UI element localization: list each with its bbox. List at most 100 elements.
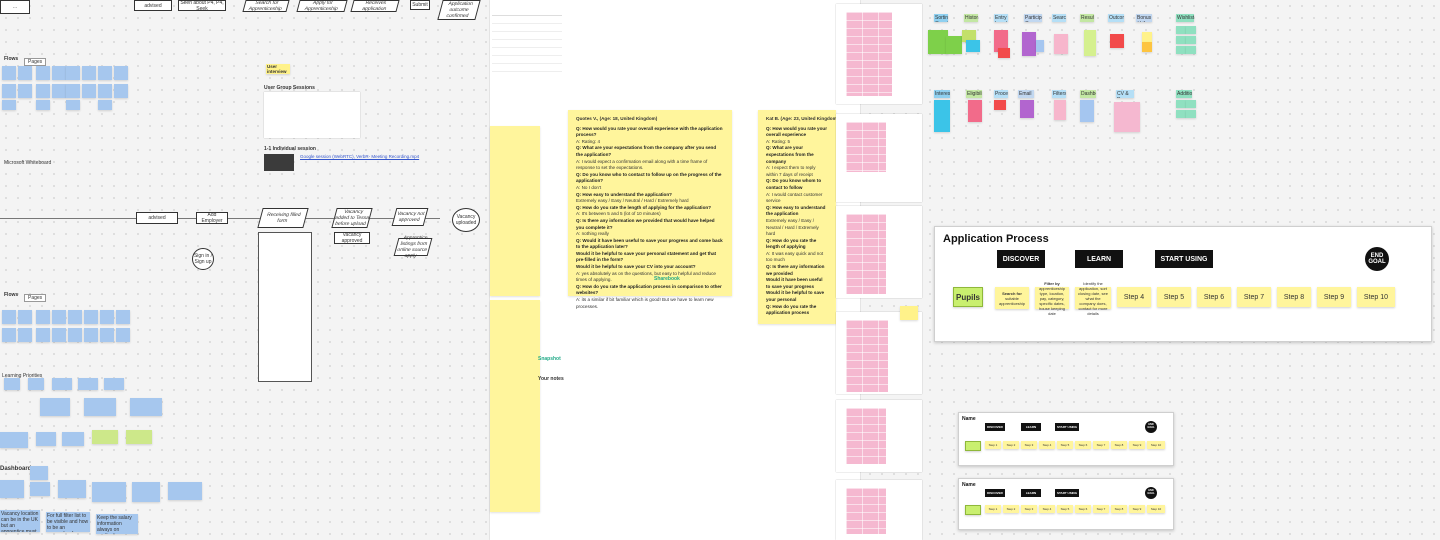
pink-sheet-frame[interactable] — [836, 400, 922, 472]
flow-node[interactable]: Add Employer — [196, 212, 228, 224]
sticky-note[interactable]: Vacancy location can be in the UK but an… — [0, 510, 40, 532]
whiteboard-canvas[interactable]: … advised Seen about P4, P4, Seek Search… — [0, 0, 1440, 540]
quote-card[interactable]: Kat B. (Age: 23, United Kingdom) Q: How … — [758, 110, 838, 324]
flow-node[interactable]: Apprentice listings from online source a… — [393, 235, 433, 259]
sticky-note[interactable] — [84, 310, 98, 324]
sticky-note[interactable] — [1110, 34, 1124, 48]
sticky-note[interactable] — [1186, 100, 1196, 108]
pink-sheet-frame[interactable] — [836, 480, 922, 540]
category-header[interactable]: Participant Comments — [1024, 14, 1042, 22]
step[interactable]: Step 8 — [1111, 441, 1127, 449]
category-header[interactable]: Process — [994, 90, 1008, 98]
sticky-note[interactable] — [132, 482, 160, 502]
sticky-note[interactable] — [28, 378, 44, 390]
pink-sheet-frame[interactable] — [836, 4, 922, 104]
sticky-note[interactable] — [1036, 40, 1044, 52]
sticky-note[interactable] — [1176, 100, 1186, 108]
video-thumbnail[interactable] — [264, 154, 294, 171]
sticky-note[interactable] — [168, 482, 202, 500]
sticky-note[interactable] — [2, 328, 16, 342]
quote-card-partial[interactable] — [490, 300, 540, 512]
pink-sheet-frame[interactable] — [836, 206, 922, 298]
sticky-note[interactable] — [98, 84, 112, 98]
sticky-note[interactable]: Keep the salary information always on ap… — [96, 514, 138, 534]
end-goal-badge[interactable]: END GOAL — [1145, 421, 1157, 433]
flow-node[interactable]: Apply for Apprenticeship — [296, 0, 348, 12]
flow-node[interactable]: Search for Apprenticeship — [242, 0, 290, 12]
sticky-note[interactable] — [934, 100, 950, 132]
step[interactable]: Step 6 — [1075, 505, 1091, 513]
sticky-note[interactable] — [994, 100, 1006, 110]
flow-node[interactable]: Vacancy not approved — [391, 208, 429, 226]
step[interactable]: Step 4 — [1039, 505, 1055, 513]
step[interactable]: Step 5 — [1057, 441, 1073, 449]
sticky-note[interactable] — [1186, 26, 1196, 34]
step[interactable]: Step 5 — [1057, 505, 1073, 513]
category-header[interactable]: Sorting Questions — [934, 14, 948, 22]
sticky-note[interactable] — [100, 328, 114, 342]
sticky-note[interactable] — [1176, 36, 1186, 44]
step[interactable]: Step 4 — [1039, 441, 1055, 449]
sticky-note[interactable] — [0, 432, 28, 448]
step-5[interactable]: Step 5 — [1157, 287, 1191, 307]
category-header[interactable]: Filters — [1052, 90, 1066, 98]
sticky-note[interactable] — [36, 66, 50, 80]
sticky-note[interactable] — [114, 84, 128, 98]
pink-sheet-frame[interactable] — [836, 114, 922, 202]
sticky-note[interactable] — [2, 310, 16, 324]
flow-node[interactable]: Application outcome confirmed — [437, 0, 481, 20]
flow-node[interactable]: advised — [134, 0, 172, 11]
sticky-note[interactable] — [968, 100, 982, 122]
step[interactable]: Step 7 — [1093, 441, 1109, 449]
category-header[interactable]: Interesting — [934, 90, 950, 98]
quote-card[interactable]: Quotes V., (Age: 18, United Kingdom) Q: … — [568, 110, 732, 309]
sticky-note[interactable] — [100, 310, 114, 324]
sticky-note[interactable] — [18, 66, 32, 80]
phase-learn[interactable]: LEARN — [1021, 423, 1041, 431]
quote-card-partial[interactable] — [490, 126, 540, 296]
sticky-note[interactable] — [1084, 30, 1096, 56]
sticky-note[interactable] — [114, 66, 128, 80]
category-header[interactable]: History — [964, 14, 978, 22]
category-header[interactable]: Bonus / Life — [1136, 14, 1152, 22]
sticky-note[interactable] — [1176, 46, 1186, 54]
sticky-note[interactable] — [52, 310, 66, 324]
step[interactable]: Step 7 — [1093, 505, 1109, 513]
sticky-note[interactable] — [98, 100, 112, 110]
step[interactable]: Step 1 — [985, 441, 1001, 449]
sticky-note[interactable] — [66, 66, 80, 80]
persona-pupils[interactable]: Pupils — [953, 287, 983, 307]
category-header[interactable]: CV & Docs — [1116, 90, 1134, 98]
step-7[interactable]: Step 7 — [1237, 287, 1271, 307]
flow-node[interactable]: Receiving filled form — [257, 208, 309, 228]
sticky-note[interactable] — [68, 328, 82, 342]
step[interactable]: Step 2 — [1003, 505, 1019, 513]
phase-start-using[interactable]: START USING — [1155, 250, 1213, 268]
application-process-frame[interactable]: Application Process DISCOVER LEARN START… — [934, 226, 1432, 342]
sticky-note[interactable] — [30, 482, 50, 496]
sticky-note[interactable] — [62, 432, 84, 446]
step-9[interactable]: Step 9 — [1317, 287, 1351, 307]
sticky-note[interactable] — [18, 84, 32, 98]
step[interactable]: Step 2 — [1003, 441, 1019, 449]
sticky-note[interactable] — [1020, 100, 1034, 118]
sticky-note[interactable] — [4, 378, 20, 390]
step[interactable]: Step 6 — [1075, 441, 1091, 449]
sticky-note[interactable] — [2, 84, 16, 98]
sticky-note[interactable] — [36, 100, 50, 110]
section-tag[interactable]: Pages — [24, 58, 47, 66]
sticky-note[interactable] — [1054, 34, 1068, 54]
mini-process-frame[interactable]: Name DISCOVER LEARN START USING END GOAL… — [958, 412, 1174, 466]
recording-link[interactable]: Google session (WebRTC), VerbR- Meeting … — [300, 154, 419, 159]
sticky-note[interactable] — [1142, 32, 1152, 42]
persona[interactable] — [965, 441, 981, 451]
sticky-note[interactable] — [1080, 100, 1094, 122]
category-header[interactable]: Eligibility — [966, 90, 982, 98]
sticky-note[interactable] — [2, 100, 16, 110]
flow-node[interactable]: Seen about P4, P4, Seek — [178, 0, 226, 12]
sticky-note[interactable] — [1186, 46, 1196, 54]
sticky-note[interactable] — [1142, 42, 1152, 52]
sticky-note[interactable] — [2, 66, 16, 80]
step-6[interactable]: Step 6 — [1197, 287, 1231, 307]
step[interactable]: Step 9 — [1129, 505, 1145, 513]
